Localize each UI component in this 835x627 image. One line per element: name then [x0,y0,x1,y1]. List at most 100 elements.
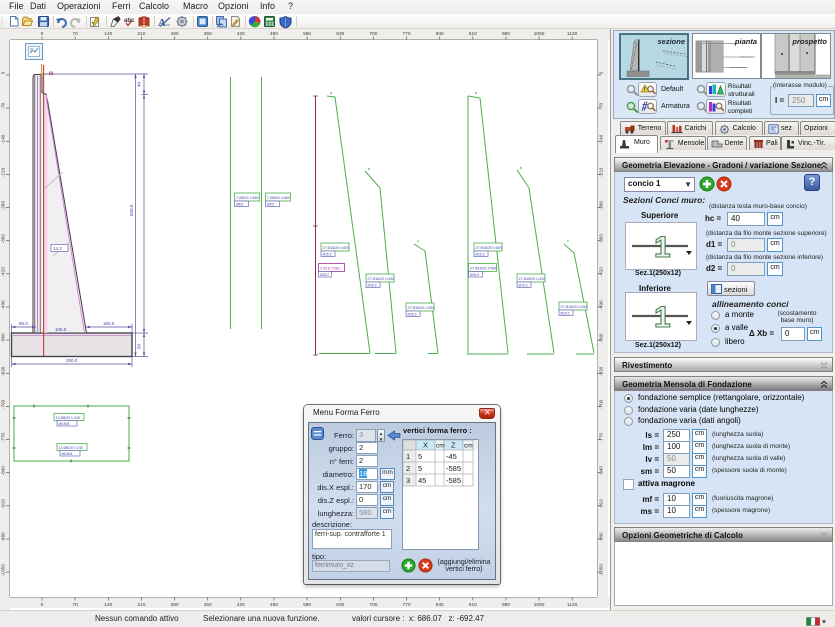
svg-text:-420: -420 [599,267,604,277]
svg-text:3: 3 [406,476,410,485]
svg-text:Ø8:5: Ø8:5 [267,203,274,207]
svg-text:a: a [330,90,333,95]
svg-text:7 Ø8/20 l=584: 7 Ø8/20 l=584 [236,196,259,200]
svg-text:Ø16:3: Ø16:3 [323,253,332,257]
svg-text:490: 490 [270,602,278,608]
svg-text:140: 140 [104,31,112,37]
svg-text:Ø8:5: Ø8:5 [236,203,243,207]
svg-text:b: b [520,165,523,170]
svg-text:b: b [368,166,371,171]
svg-text:c: c [417,238,419,243]
svg-text:1050: 1050 [534,602,545,608]
svg-text:-980: -980 [599,532,604,542]
svg-text:-840: -840 [599,466,604,476]
svg-text:Ø18:2: Ø18:2 [320,273,329,277]
svg-text:Ø16:3: Ø16:3 [368,284,377,288]
svg-text:-45: -45 [446,452,457,461]
svg-text:910: 910 [469,602,477,608]
svg-text:-910: -910 [1,499,6,509]
svg-text:1050: 1050 [534,31,545,37]
svg-text:1: 1 [654,231,671,264]
svg-text:280: 280 [171,602,179,608]
svg-text:27 Ø16/20 l=432: 27 Ø16/20 l=432 [519,277,546,281]
svg-text:-490: -490 [599,300,604,310]
svg-text:160.0: 160.0 [103,321,115,326]
svg-text:210: 210 [137,31,145,37]
svg-text:90.0: 90.0 [19,321,28,326]
svg-text:cm: cm [436,443,445,450]
svg-text:-140: -140 [1,134,6,144]
svg-text:280: 280 [171,31,179,37]
svg-text:45: 45 [418,476,426,485]
svg-text:-700: -700 [1,399,6,409]
svg-text:420: 420 [237,602,245,608]
svg-text:490: 490 [270,31,278,37]
svg-text:560: 560 [303,602,311,608]
svg-text:560: 560 [303,31,311,37]
svg-text:980: 980 [502,31,510,37]
svg-text:-630: -630 [599,366,604,376]
svg-text:5: 5 [418,452,422,461]
svg-text:27 Ø16/20 l=432: 27 Ø16/20 l=432 [368,277,395,281]
svg-text:Ø16:3: Ø16:3 [519,284,528,288]
svg-text:0: 0 [599,71,604,74]
svg-text:-585: -585 [446,464,461,473]
svg-text:-280: -280 [1,201,6,211]
svg-text:105.0: 105.0 [55,327,67,332]
svg-text:!: ! [644,88,646,94]
svg-text:27 Ø16/20 l=609: 27 Ø16/20 l=609 [323,246,350,250]
svg-text:-1050: -1050 [1,564,6,576]
svg-text:0: 0 [41,31,44,37]
svg-text:-585: -585 [446,476,461,485]
svg-text:-560: -560 [599,333,604,343]
svg-text:2: 2 [406,464,410,473]
svg-text:Ø16:3: Ø16:3 [408,313,417,317]
svg-text:Ø16:3: Ø16:3 [476,253,485,257]
svg-text:27 Ø16/20 l=254: 27 Ø16/20 l=254 [408,306,435,310]
svg-text:X: X [423,441,428,450]
svg-text:-140: -140 [599,134,604,144]
svg-text:27 Ø16/20 l=609: 27 Ø16/20 l=609 [476,246,503,250]
svg-text:700: 700 [369,602,377,608]
svg-text:-210: -210 [599,167,604,177]
svg-text:7 Ø8/20 l=584: 7 Ø8/20 l=584 [267,196,290,200]
svg-text:0: 0 [41,602,44,608]
svg-text:Ø16:3: Ø16:3 [470,273,479,277]
svg-text:-630: -630 [1,366,6,376]
svg-text:2 Ø18 l=580: 2 Ø18 l=580 [320,267,340,271]
svg-text:1120: 1120 [567,31,578,37]
svg-text:840: 840 [436,31,444,37]
svg-text:cm: cm [464,443,473,450]
svg-text:-700: -700 [599,399,604,409]
svg-text:210: 210 [137,602,145,608]
svg-text:-770: -770 [1,432,6,442]
svg-text:40: 40 [137,81,142,87]
svg-text:50: 50 [137,343,142,349]
svg-text:c: c [567,238,569,243]
svg-text:Ø8:504: Ø8:504 [59,422,70,426]
svg-text:700: 700 [369,31,377,37]
svg-text:770: 770 [402,31,410,37]
svg-text:350: 350 [204,602,212,608]
svg-text:550.0: 550.0 [129,204,134,216]
svg-text:14.2: 14.2 [53,246,62,251]
svg-text:-280: -280 [599,201,604,211]
svg-text:910: 910 [469,31,477,37]
svg-text:-560: -560 [1,333,6,343]
svg-text:27 Ø16/20 l=584: 27 Ø16/20 l=584 [470,267,497,271]
svg-text:1: 1 [406,452,410,461]
svg-text:770: 770 [402,602,410,608]
svg-text:840: 840 [436,602,444,608]
svg-text:630: 630 [336,31,344,37]
svg-text:-350: -350 [599,234,604,244]
svg-text:630: 630 [336,602,344,608]
svg-text:1120: 1120 [567,602,578,608]
svg-text:420: 420 [237,31,245,37]
svg-text:1: 1 [654,301,671,334]
svg-text:13 Ø8/20 l=240: 13 Ø8/20 l=240 [59,446,84,450]
svg-text:-70: -70 [1,102,6,109]
svg-text:70: 70 [72,31,78,37]
svg-text:-980: -980 [1,532,6,542]
svg-text:13 Ø8/20 l=240: 13 Ø8/20 l=240 [56,416,81,420]
svg-text:-490: -490 [1,300,6,310]
